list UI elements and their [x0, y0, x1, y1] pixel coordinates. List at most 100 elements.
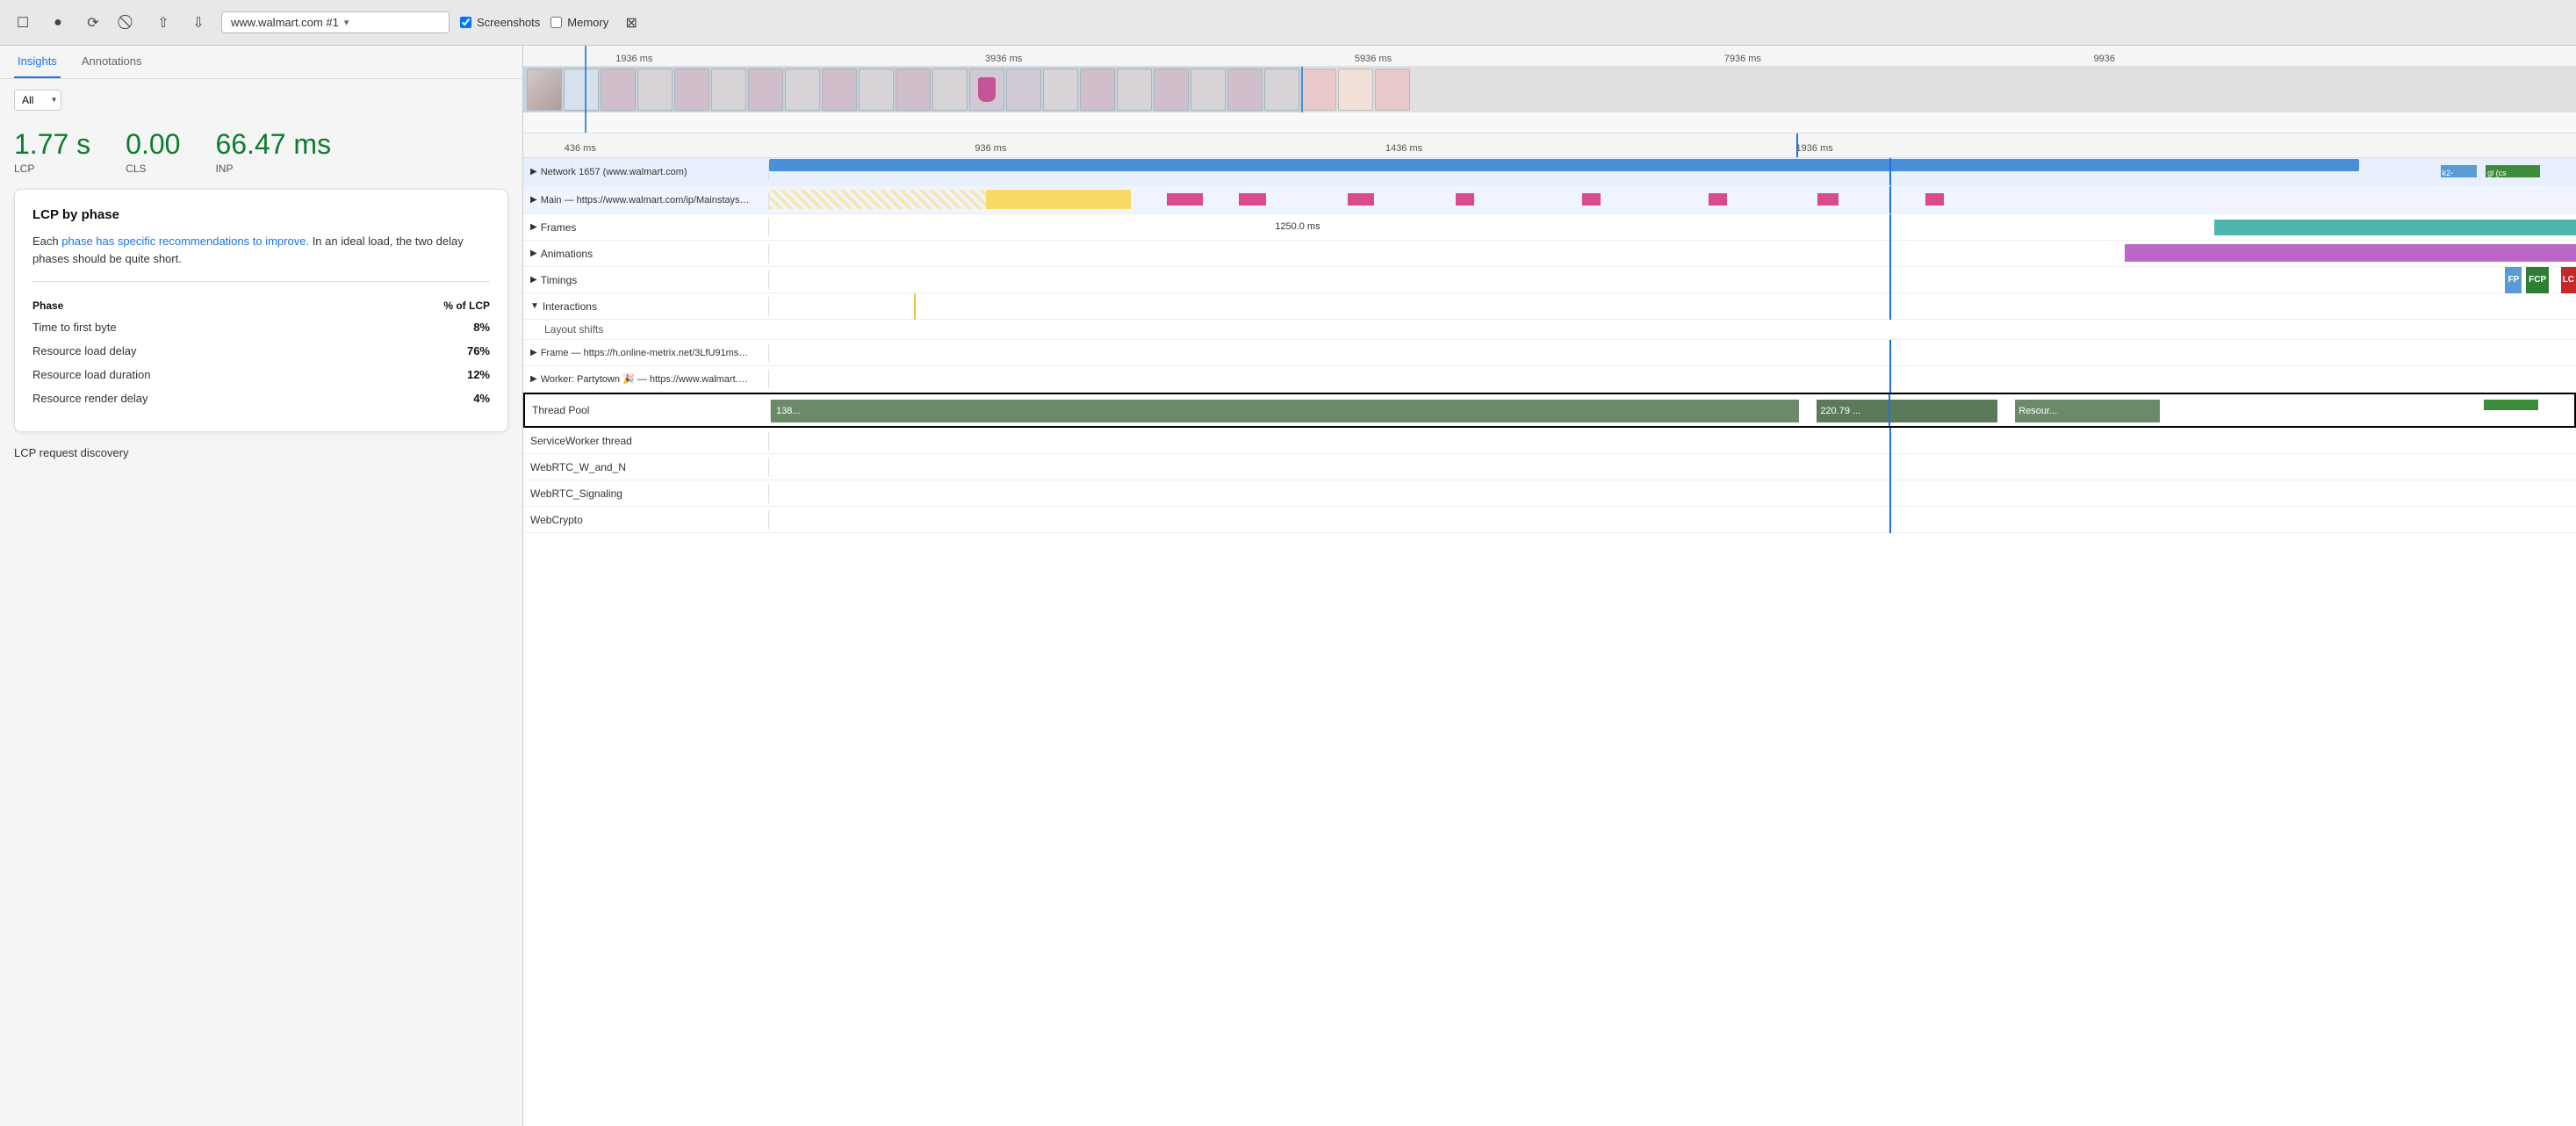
track-row-worker-partytown: ▶ Worker: Partytown 🎉 — https://www.walm… — [523, 366, 2576, 393]
metric-cls: 0.00 CLS — [126, 128, 180, 175]
memory-checkbox[interactable] — [550, 17, 562, 28]
track-label-webrtc2: WebRTC_Signaling — [523, 484, 769, 503]
track-row-sw: ServiceWorker thread — [523, 428, 2576, 454]
phase-pct: 76% — [361, 339, 490, 363]
track-arrow-frame-metrix: ▶ — [530, 348, 537, 357]
record-icon[interactable]: ● — [46, 11, 70, 35]
track-arrow-frames: ▶ — [530, 222, 537, 232]
upload-icon[interactable]: ⇧ — [151, 11, 176, 35]
lcp-card-divider — [32, 281, 490, 282]
main-yellow — [986, 190, 1131, 209]
main-pink4 — [1456, 193, 1474, 206]
track-content-main — [769, 186, 2576, 213]
track-label-frames: ▶ Frames — [523, 218, 769, 237]
track-text-webrtc1: WebRTC_W_and_N — [530, 461, 626, 473]
phase-row: Resource render delay4% — [32, 386, 490, 410]
interactions-marker — [914, 293, 916, 320]
phase-row: Resource load duration12% — [32, 363, 490, 386]
sidebar-toggle-icon[interactable]: ☐ — [11, 11, 35, 35]
main-layout: Insights Annotations All LCP CLS INP 1.7… — [0, 46, 2576, 1126]
frames-bar — [2214, 220, 2576, 235]
tab-insights[interactable]: Insights — [14, 46, 61, 78]
grid-icon[interactable]: ⊠ — [619, 11, 644, 35]
track-row-animations: ▶ Animations — [523, 241, 2576, 267]
track-content-interactions — [769, 293, 2576, 320]
track-label-webcrypto: WebCrypto — [523, 510, 769, 530]
track-label-interactions: ▼ Interactions — [523, 297, 769, 316]
url-bar[interactable]: www.walmart.com #1 ▾ — [221, 11, 450, 33]
metric-lcp: 1.77 s LCP — [14, 128, 90, 175]
right-panel: 1936 ms 3936 ms 5936 ms 7936 ms 9936 — [523, 46, 2576, 1126]
thread-pool-bar1: 138... — [771, 400, 1799, 422]
main-hatched — [769, 190, 986, 209]
phase-pct: 12% — [361, 363, 490, 386]
main-pink2 — [1239, 193, 1266, 206]
track-content-network: gl (cs k2- — [769, 158, 2576, 185]
network-bar-gl: gl (cs — [2486, 165, 2540, 177]
metric-cls-label: CLS — [126, 162, 180, 175]
tab-annotations[interactable]: Annotations — [78, 46, 146, 78]
track-label-animations: ▶ Animations — [523, 244, 769, 263]
phase-row: Time to first byte8% — [32, 315, 490, 339]
main-pink1 — [1167, 193, 1203, 206]
pct-col-header: % of LCP — [361, 296, 490, 315]
track-row-frames: ▶ Frames 1250.0 ms — [523, 214, 2576, 241]
track-label-frame-metrix: ▶ Frame — https://h.online-metrix.net/3L… — [523, 344, 769, 362]
minimap[interactable]: 1936 ms 3936 ms 5936 ms 7936 ms 9936 — [523, 46, 2576, 134]
refresh-icon[interactable]: ⟳ — [81, 11, 105, 35]
filter-select[interactable]: All LCP CLS INP — [14, 90, 61, 111]
track-arrow-network: ▶ — [530, 167, 537, 177]
track-content-animations — [769, 241, 2576, 267]
track-label-main: ▶ Main — https://www.walmart.com/ip/Main… — [523, 191, 769, 209]
track-container[interactable]: ▶ Network 1657 (www.walmart.com) gl (cs … — [523, 158, 2576, 1126]
metric-cls-value: 0.00 — [126, 128, 180, 161]
url-chevron-icon: ▾ — [344, 17, 349, 28]
tick-9936: 9936 — [2094, 54, 2115, 64]
screenshots-checkbox[interactable] — [460, 17, 471, 28]
filter-wrapper[interactable]: All LCP CLS INP — [14, 90, 61, 111]
track-text-webrtc2: WebRTC_Signaling — [530, 487, 622, 500]
track-row-webrtc1: WebRTC_W_and_N — [523, 454, 2576, 480]
track-row-webcrypto: WebCrypto — [523, 507, 2576, 533]
track-text-webcrypto: WebCrypto — [530, 514, 583, 526]
metrics-row: 1.77 s LCP 0.00 CLS 66.47 ms INP — [0, 121, 522, 189]
lcp-discovery: LCP request discovery — [0, 446, 522, 459]
sub-tick-936: 936 ms — [975, 143, 1006, 154]
sub-ruler: 436 ms 936 ms 1436 ms 1936 ms — [523, 134, 2576, 158]
download-icon[interactable]: ⇩ — [186, 11, 211, 35]
track-arrow-interactions: ▼ — [530, 301, 539, 311]
track-row-interactions: ▼ Interactions — [523, 293, 2576, 320]
lcp-card: LCP by phase Each phase has specific rec… — [14, 189, 508, 432]
stop-icon[interactable]: ⃠ — [116, 11, 140, 35]
track-content-webrtc2 — [769, 480, 2576, 507]
track-label-timings: ▶ Timings — [523, 271, 769, 290]
main-pink8 — [1925, 193, 1944, 206]
phase-col-header: Phase — [32, 296, 361, 315]
track-label-thread-pool: Thread Pool — [525, 401, 771, 420]
track-row-thread-pool: Thread Pool 138... 220.79 ... Resour... — [523, 393, 2576, 428]
main-pink7 — [1817, 193, 1839, 206]
lcp-card-link[interactable]: phase has specific recommendations to im… — [61, 235, 309, 248]
track-text-thread-pool: Thread Pool — [532, 404, 589, 416]
screenshots-label: Screenshots — [477, 16, 540, 29]
phase-name: Time to first byte — [32, 315, 361, 339]
track-text-animations: Animations — [541, 248, 593, 260]
track-content-frame-metrix — [769, 340, 2576, 366]
track-arrow-main: ▶ — [530, 195, 537, 205]
track-row-frame-metrix: ▶ Frame — https://h.online-metrix.net/3L… — [523, 340, 2576, 366]
layout-shifts-row: Layout shifts — [523, 320, 2576, 340]
screenshots-checkbox-group: Screenshots — [460, 16, 540, 29]
sub-tick-436: 436 ms — [565, 143, 596, 154]
phase-row: Resource load delay76% — [32, 339, 490, 363]
track-label-worker-partytown: ▶ Worker: Partytown 🎉 — https://www.walm… — [523, 370, 769, 388]
track-label-webrtc1: WebRTC_W_and_N — [523, 458, 769, 477]
track-content-webcrypto — [769, 507, 2576, 533]
badge-fp: FP — [2505, 267, 2522, 293]
phase-table: Phase % of LCP Time to first byte8%Resou… — [32, 296, 490, 410]
main-pink6 — [1709, 193, 1727, 206]
phase-pct: 8% — [361, 315, 490, 339]
main-pink3 — [1348, 193, 1375, 206]
track-text-main: Main — https://www.walmart.com/ip/Mainst… — [541, 195, 752, 206]
toolbar: ☐ ● ⟳ ⃠ ⇧ ⇩ www.walmart.com #1 ▾ Screens… — [0, 0, 2576, 46]
tick-5936: 5936 ms — [1355, 54, 1392, 64]
